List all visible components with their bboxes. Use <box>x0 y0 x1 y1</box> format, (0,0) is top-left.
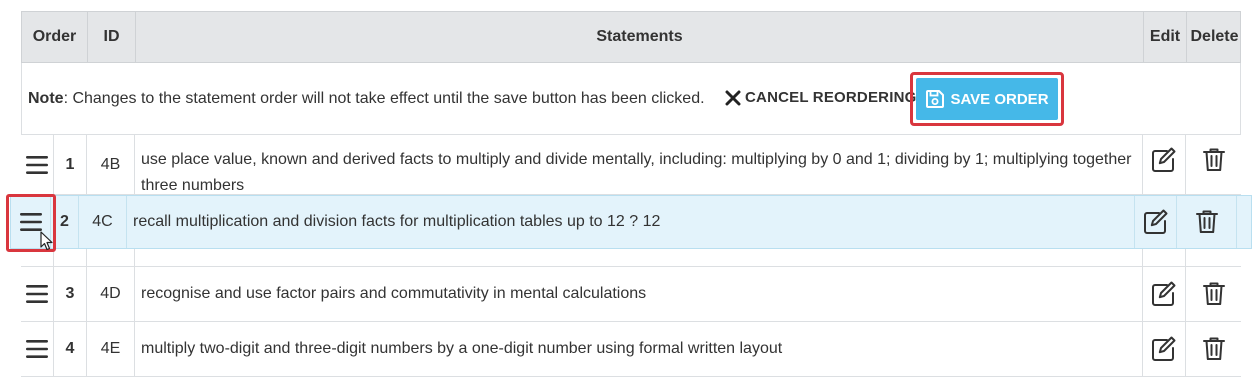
header-id: ID <box>88 12 136 62</box>
close-icon <box>725 90 741 106</box>
drag-handle-icon <box>26 285 48 303</box>
trash-icon <box>1202 148 1225 171</box>
table-row: 1 4B use place value, known and derived … <box>21 135 1241 195</box>
trash-icon <box>1202 337 1225 360</box>
header-delete: Delete <box>1190 28 1239 45</box>
note-label: Note <box>28 90 64 107</box>
edit-icon <box>1152 147 1176 172</box>
drag-handle[interactable] <box>21 267 54 321</box>
delete-button[interactable] <box>1177 196 1237 248</box>
edit-button[interactable] <box>1143 267 1186 321</box>
row-order: 1 <box>54 135 87 194</box>
delete-button[interactable] <box>1186 267 1241 321</box>
row-id: 4D <box>87 267 135 321</box>
edit-button[interactable] <box>1143 135 1186 194</box>
row-id: 4E <box>87 322 135 376</box>
table-row: 3 4D recognise and use factor pairs and … <box>21 267 1241 322</box>
trash-icon <box>1202 282 1225 305</box>
note-text: : Changes to the statement order will no… <box>63 90 705 107</box>
row-statement: recognise and use factor pairs and commu… <box>135 267 1143 321</box>
edit-icon <box>1143 209 1167 234</box>
edit-icon <box>1152 336 1176 361</box>
row-statement: recall multiplication and division facts… <box>127 196 1135 248</box>
save-order-label: SAVE ORDER <box>950 90 1049 108</box>
mouse-cursor-icon <box>40 231 53 251</box>
row-order: 4 <box>54 322 87 376</box>
drag-handle-icon <box>26 155 48 174</box>
edit-button[interactable] <box>1143 322 1186 376</box>
cancel-reordering-label: CANCEL REORDERING <box>745 89 917 106</box>
drag-handle-icon <box>26 340 48 358</box>
header-edit: Edit <box>1144 12 1187 62</box>
header-statements: Statements <box>136 12 1144 62</box>
header-order: Order <box>22 12 88 62</box>
table-header: Order ID Statements Edit Delete <box>21 11 1241 63</box>
edit-icon <box>1152 281 1176 306</box>
save-order-highlight: SAVE ORDER <box>910 72 1064 126</box>
drag-handle[interactable] <box>21 322 54 376</box>
row-order: 3 <box>54 267 87 321</box>
edit-button[interactable] <box>1135 196 1177 248</box>
delete-button[interactable] <box>1186 322 1241 376</box>
row-statement: multiply two-digit and three-digit numbe… <box>135 322 1143 376</box>
trash-icon <box>1195 210 1218 233</box>
floppy-disk-icon <box>925 89 945 109</box>
dragged-row[interactable]: 2 4C recall multiplication and division … <box>10 195 1252 249</box>
cancel-reordering-button[interactable]: CANCEL REORDERING <box>725 89 916 106</box>
reorder-note-bar: Note: Changes to the statement order wil… <box>21 63 1241 135</box>
row-id: 4C <box>79 196 127 248</box>
row-id: 4B <box>87 135 135 194</box>
delete-button[interactable] <box>1186 135 1241 194</box>
row-statement: use place value, known and derived facts… <box>135 135 1143 194</box>
drag-handle[interactable] <box>21 135 54 194</box>
save-order-button[interactable]: SAVE ORDER <box>916 78 1058 120</box>
reorder-note: Note: Changes to the statement order wil… <box>28 90 705 108</box>
table-row: 4 4E multiply two-digit and three-digit … <box>21 322 1241 377</box>
